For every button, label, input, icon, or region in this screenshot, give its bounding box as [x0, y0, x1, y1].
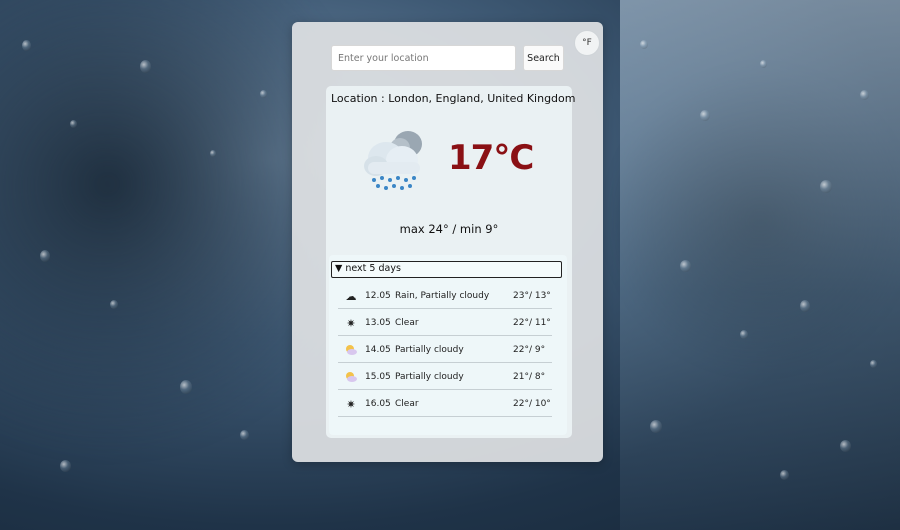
forecast-temps: 22°/ 11°: [513, 318, 551, 328]
forecast-date: 13.05: [365, 318, 391, 328]
forecast-row: ✷ 13.05 Clear 22°/ 11°: [338, 309, 552, 336]
search-button[interactable]: Search: [523, 45, 564, 71]
cloud-rain-icon: ☁: [345, 289, 357, 303]
forecast-temps: 21°/ 8°: [513, 372, 546, 382]
partly-cloudy-icon: [345, 371, 357, 383]
sun-icon: ✷: [346, 316, 356, 330]
forecast-row: 14.05 Partially cloudy 22°/ 9°: [338, 336, 552, 363]
forecast-date: 15.05: [365, 372, 391, 382]
forecast-temps: 22°/ 10°: [513, 399, 551, 409]
forecast-date: 14.05: [365, 345, 391, 355]
forecast-description: Clear: [395, 318, 419, 328]
forecast-temps: 23°/ 13°: [513, 291, 551, 301]
forecast-description: Rain, Partially cloudy: [395, 291, 490, 301]
forecast-row: ✷ 16.05 Clear 22°/ 10°: [338, 390, 552, 417]
forecast-list: ☁ 12.05 Rain, Partially cloudy 23°/ 13° …: [335, 282, 555, 417]
forecast-date: 12.05: [365, 291, 391, 301]
current-temperature: 17°C: [448, 138, 534, 178]
unit-toggle-button[interactable]: °F: [574, 30, 600, 56]
forecast-description: Partially cloudy: [395, 345, 464, 355]
sun-icon: ✷: [346, 397, 356, 411]
location-label: Location: [331, 92, 378, 105]
max-min-temperature: max 24° / min 9°: [399, 222, 499, 236]
location-value: London, England, United Kingdom: [388, 92, 576, 105]
cloud-rain-icon: [364, 131, 422, 190]
forecast-temps: 22°/ 9°: [513, 345, 546, 355]
location-search-input[interactable]: [331, 45, 516, 71]
forecast-row: ☁ 12.05 Rain, Partially cloudy 23°/ 13°: [338, 282, 552, 309]
location-text: Location : London, England, United Kingd…: [331, 92, 576, 105]
forecast-summary-label: next 5 days: [345, 263, 401, 274]
partly-cloudy-icon: [345, 344, 357, 356]
forecast-description: Clear: [395, 399, 419, 409]
forecast-date: 16.05: [365, 399, 391, 409]
forecast-row: 15.05 Partially cloudy 21°/ 8°: [338, 363, 552, 390]
forecast-description: Partially cloudy: [395, 372, 464, 382]
triangle-down-icon: ▼: [335, 263, 343, 274]
forecast-toggle[interactable]: ▼ next 5 days: [331, 261, 562, 278]
